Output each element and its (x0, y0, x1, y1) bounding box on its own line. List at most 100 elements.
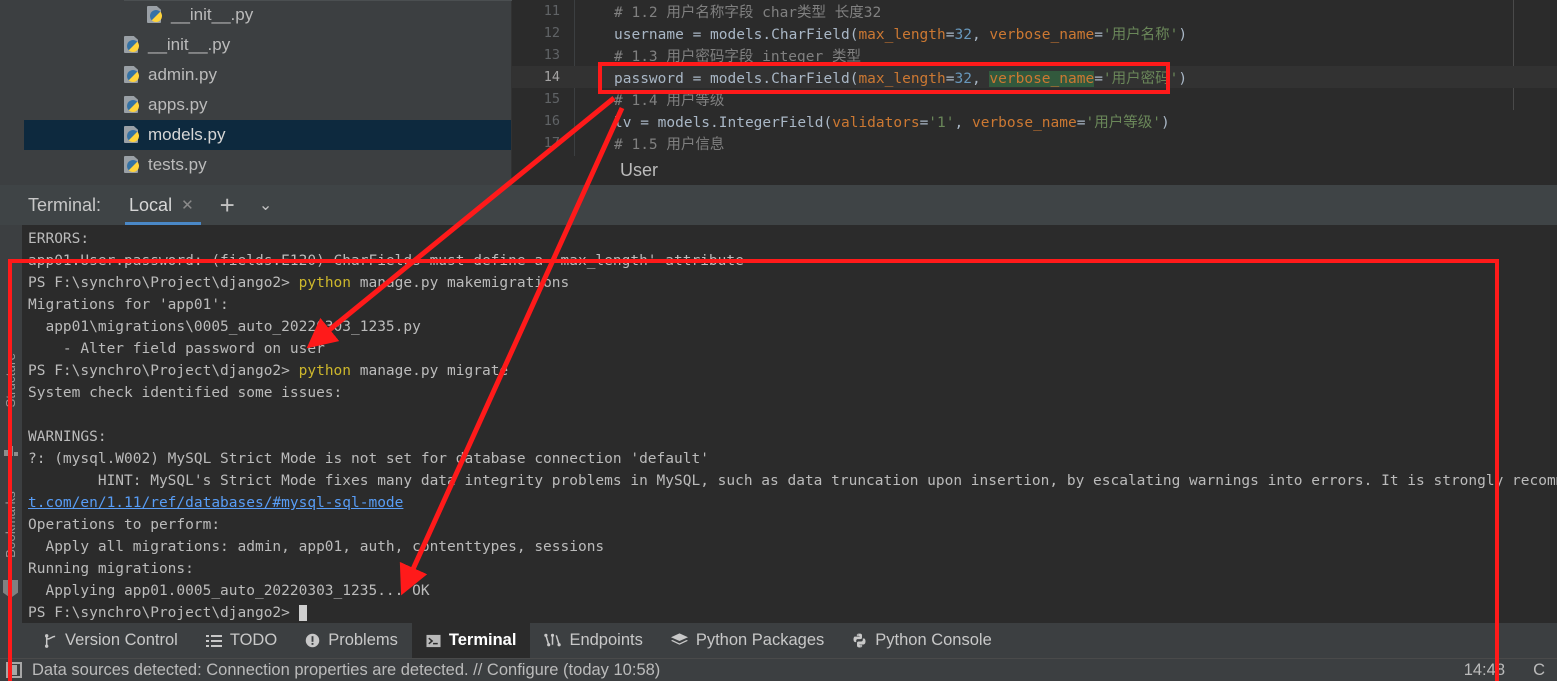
terminal-line: WARNINGS: (28, 429, 107, 445)
python-icon (852, 633, 867, 648)
toolbar-button-python-packages[interactable]: Python Packages (657, 623, 838, 658)
structure-icon (4, 445, 18, 456)
line-number: 16 (543, 113, 560, 129)
toolbar-button-label: Problems (328, 631, 398, 649)
tree-item[interactable]: tests.py (24, 150, 511, 180)
code-line[interactable]: 12 username = models.CharField(max_length… (512, 22, 1557, 44)
line-number: 13 (543, 47, 560, 63)
ide-window: __init__.py __init__.py admin.py apps.py mod… (0, 0, 1557, 681)
toolbar-button-python-console[interactable]: Python Console (838, 623, 1006, 658)
terminal-line: HINT: MySQL's Strict Mode fixes many dat… (28, 473, 1557, 489)
top-area: __init__.py __init__.py admin.py apps.py mod… (0, 0, 1557, 185)
code-editor[interactable]: 11 # 1.2 用户名称字段 char类型 长度32 12 username = m… (512, 0, 1557, 185)
code-text: # 1.4 用户等级 (614, 92, 725, 109)
terminal-line: - Alter field password on user (28, 341, 325, 357)
tree-item[interactable]: __init__.py (24, 30, 511, 60)
python-file-icon (124, 96, 142, 114)
code-line[interactable]: 14 password = models.CharField(max_length… (512, 66, 1557, 88)
project-tree-panel[interactable]: __init__.py __init__.py admin.py apps.py mod… (24, 0, 512, 185)
tree-item[interactable]: models.py (24, 120, 511, 150)
code-line[interactable]: 16 lv = models.IntegerField(validators='1… (512, 110, 1557, 132)
code-text: lv = models.IntegerField(validators='1',… (614, 114, 1170, 131)
endpoints-icon (544, 633, 562, 648)
toolbar-button-label: Python Packages (695, 631, 825, 649)
python-file-icon (124, 66, 142, 84)
line-number: 12 (543, 25, 560, 41)
python-file-icon (124, 36, 142, 54)
code-line[interactable]: 15 # 1.4 用户等级 (512, 88, 1557, 110)
database-icon (6, 662, 22, 678)
toolbar-button-endpoints[interactable]: Endpoints (530, 623, 656, 658)
line-number: 17 (543, 135, 560, 151)
terminal-line: app01\migrations\0005_auto_20220303_1235… (28, 319, 421, 335)
tree-item-label: __init__.py (148, 35, 231, 54)
close-icon[interactable]: ✕ (181, 196, 194, 214)
rail-item-bookmarks[interactable]: Bookmarks (3, 491, 18, 558)
toolbar-button-problems[interactable]: Problems (291, 623, 412, 658)
bookmark-icon (3, 580, 18, 598)
tree-item-label: admin.py (148, 65, 217, 84)
status-clock: 14:48 (1463, 660, 1505, 679)
toolbar-button-label: TODO (229, 631, 278, 649)
terminal-line: t.com/en/1.11/ref/databases/#mysql-sql-m… (28, 492, 403, 514)
terminal-tab-local[interactable]: Local ✕ (125, 185, 202, 225)
terminal-line: Apply all migrations: admin, app01, auth… (28, 539, 605, 555)
python-file-icon (124, 126, 142, 144)
left-gutter (0, 0, 24, 185)
line-number: 14 (543, 69, 560, 85)
terminal-output[interactable]: Structure Bookmarks ERRORS: app01.User.pa… (0, 225, 1557, 623)
terminal-line: System check identified some issues: (28, 385, 343, 401)
terminal-icon (426, 634, 441, 648)
status-tail: C (1533, 660, 1545, 679)
terminal-header: Terminal: Local ✕ + ⌄ (0, 185, 1557, 225)
terminal-line: PS F:\synchro\Project\django2> python ma… (28, 363, 509, 379)
tree-item[interactable]: __init__.py (24, 0, 511, 30)
warning-circle-icon (305, 633, 320, 648)
tree-item-label: apps.py (148, 95, 208, 114)
terminal-line: Running migrations: (28, 561, 194, 577)
code-line[interactable]: 17 # 1.5 用户信息 (512, 132, 1557, 154)
tree-item-label: __init__.py (171, 5, 254, 24)
python-file-icon (147, 6, 165, 24)
left-tool-rail: Structure Bookmarks (0, 225, 22, 623)
toolbar-button-label: Terminal (448, 631, 517, 649)
code-text: # 1.5 用户信息 (614, 136, 725, 153)
code-text: password = models.CharField(max_length=3… (614, 70, 1188, 87)
tree-item-label: tests.py (148, 155, 207, 174)
tree-item[interactable]: apps.py (24, 90, 511, 120)
toolbar-button-todo[interactable]: TODO (192, 623, 291, 658)
tree-item[interactable]: admin.py (24, 60, 511, 90)
toolbar-button-version-control[interactable]: Version Control (28, 623, 192, 658)
code-text: # 1.2 用户名称字段 char类型 长度32 (614, 4, 882, 21)
code-line[interactable]: 13 # 1.3 用户密码字段 integer 类型 (512, 44, 1557, 66)
terminal-line: PS F:\synchro\Project\django2> (28, 602, 307, 623)
terminal-header-label: Terminal: (28, 194, 102, 215)
code-line[interactable]: 11 # 1.2 用户名称字段 char类型 长度32 (512, 0, 1557, 22)
toolbar-button-label: Version Control (65, 631, 178, 649)
terminal-tab-label: Local (129, 194, 173, 215)
terminal-line: Operations to perform: (28, 517, 221, 533)
terminal-caret (298, 605, 307, 621)
branch-icon (42, 633, 57, 649)
python-file-icon (124, 156, 142, 174)
editor-tooltip-user: User (620, 160, 659, 180)
status-bar: Data sources detected: Connection proper… (0, 658, 1557, 681)
tree-item-label: models.py (148, 125, 226, 144)
status-message[interactable]: Data sources detected: Connection proper… (32, 661, 660, 680)
terminal-line: Migrations for 'app01': (28, 297, 229, 313)
list-icon (205, 634, 222, 648)
toolbar-button-label: Python Console (875, 631, 992, 649)
layers-icon (670, 633, 688, 648)
terminal-line: app01.User.password: (fields.E120) CharF… (28, 253, 744, 269)
terminal-line: ?: (mysql.W002) MySQL Strict Mode is not… (28, 451, 709, 467)
toolbar-button-label: Endpoints (569, 631, 643, 649)
chevron-down-icon[interactable]: ⌄ (259, 195, 272, 215)
line-number: 15 (543, 91, 560, 107)
toolbar-button-terminal[interactable]: Terminal (411, 623, 531, 658)
bottom-toolbar: Version Control TODO Problems Terminal Endpo… (0, 623, 1557, 658)
add-terminal-icon[interactable]: + (220, 192, 235, 218)
code-text: # 1.3 用户密码字段 integer 类型 (614, 48, 861, 65)
terminal-line: Applying app01.0005_auto_20220303_1235..… (28, 583, 430, 599)
terminal-link[interactable]: t.com/en/1.11/ref/databases/#mysql-sql-m… (28, 495, 403, 511)
rail-item-structure[interactable]: Structure (3, 353, 18, 408)
